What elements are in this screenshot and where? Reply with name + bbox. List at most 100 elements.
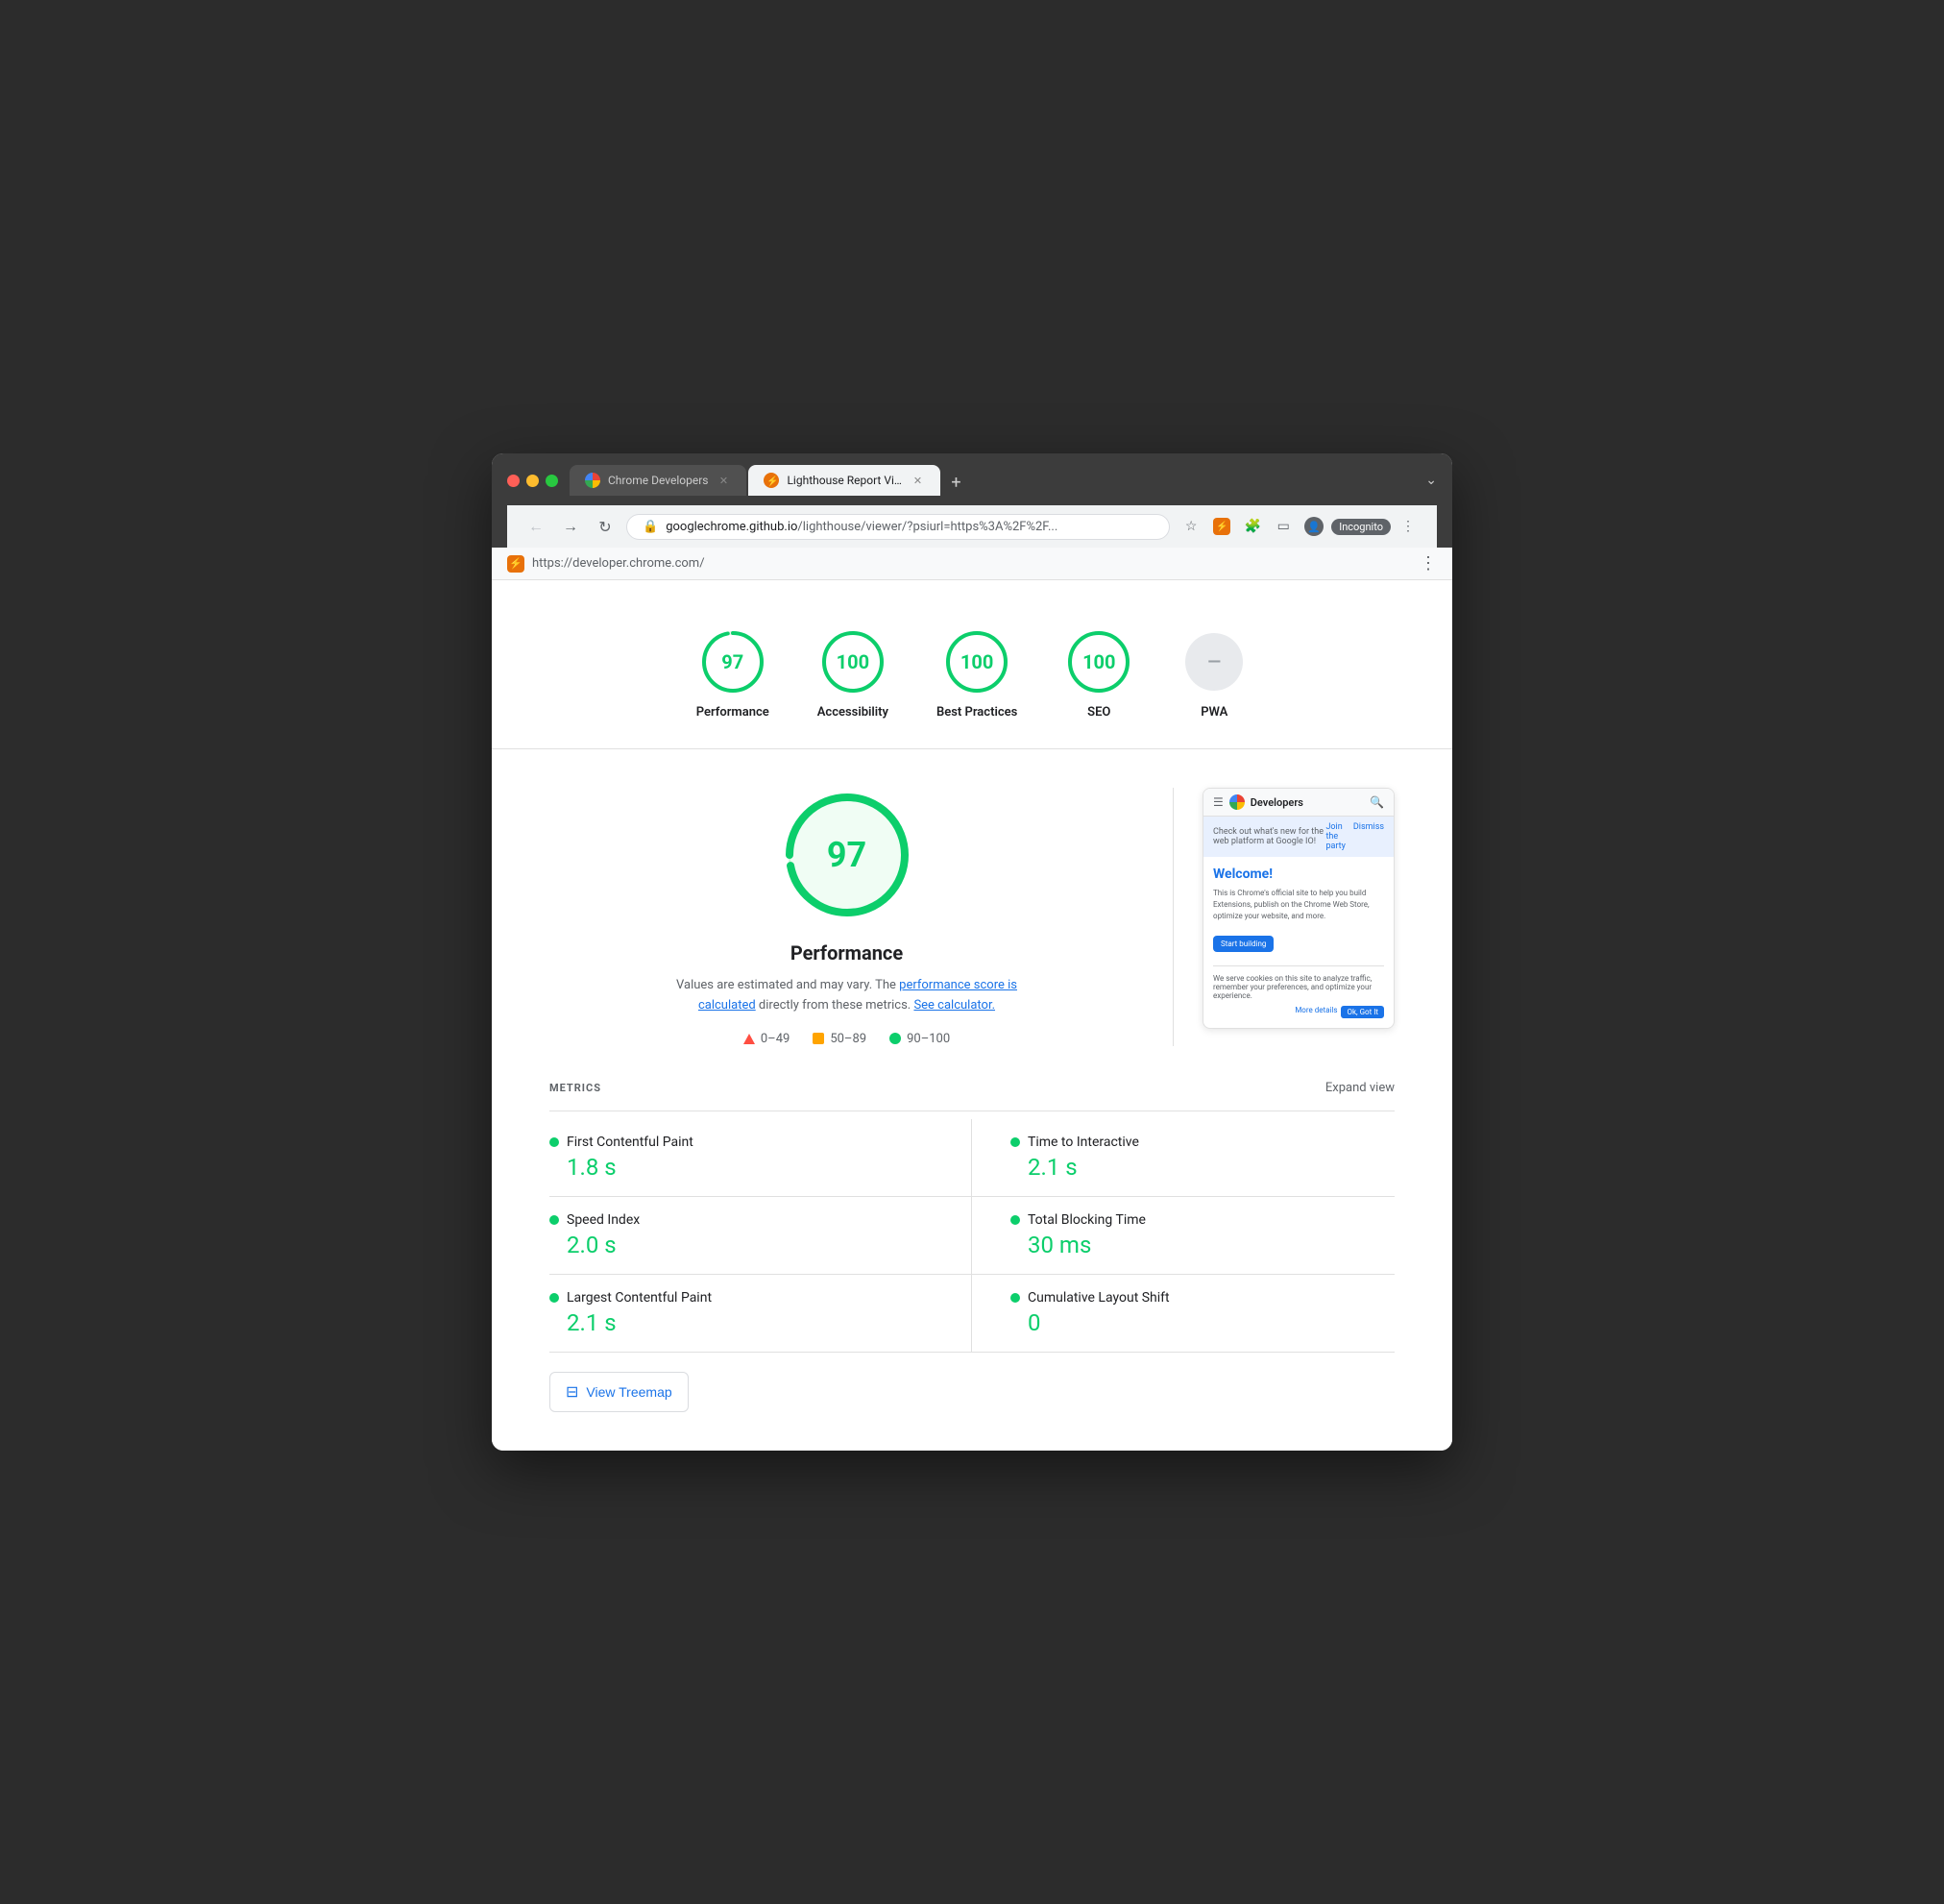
mockup-search-icon: 🔍 [1370,795,1384,809]
metrics-header: METRICS Expand view [549,1065,1395,1111]
metric-value-cls: 0 [1010,1309,1395,1336]
scores-row: 97 Performance 100 Accessibility [492,609,1452,749]
metric-item-cls: Cumulative Layout Shift 0 [972,1275,1395,1353]
legend-item-average: 50–89 [813,1032,866,1046]
mockup-banner-text: Check out what's new for the web platfor… [1213,827,1325,846]
mockup-more-details-link[interactable]: More details [1295,1006,1337,1018]
maximize-button[interactable] [546,475,558,487]
score-item-accessibility: 100 Accessibility [817,628,888,720]
metric-value-fcp: 1.8 s [549,1154,933,1181]
minimize-button[interactable] [526,475,539,487]
average-icon [813,1033,824,1044]
avatar-icon[interactable]: 👤 [1300,513,1327,540]
sub-bar: ⚡ https://developer.chrome.com/ ⋮ [492,548,1452,580]
incognito-badge: Incognito [1331,519,1391,535]
address-field[interactable]: 🔒 googlechrome.github.io/lighthouse/view… [626,514,1170,540]
reload-button[interactable]: ↻ [592,513,619,540]
metrics-section-title: METRICS [549,1082,601,1094]
score-circle-accessibility: 100 [819,628,887,696]
mockup-body: Welcome! This is Chrome's official site … [1203,857,1394,1028]
score-circle-performance: 97 [699,628,766,696]
mockup-welcome-text: Welcome! [1213,867,1384,882]
browser-titlebar: Chrome Developers ✕ ⚡ Lighthouse Report … [492,453,1452,548]
lock-icon: 🔒 [643,520,658,534]
mockup-site-title: Developers [1251,796,1364,809]
metric-name-row-tti: Time to Interactive [1010,1135,1395,1150]
good-icon [889,1033,901,1044]
puzzle-icon[interactable]: 🧩 [1239,513,1266,540]
forward-button[interactable]: → [557,513,584,540]
desc-text-1: Values are estimated and may vary. The [676,978,899,992]
expand-view-button[interactable]: Expand view [1325,1081,1395,1095]
mockup-cta-button[interactable]: Start building [1213,936,1274,952]
new-tab-button[interactable]: + [942,469,969,496]
legend-average-range: 50–89 [830,1032,866,1046]
metrics-section: METRICS Expand view First Contentful Pai… [492,1065,1452,1451]
score-label-accessibility: Accessibility [817,705,888,720]
mockup-cookie-notice: We serve cookies on this site to analyze… [1213,965,1384,1018]
tab-end-chevron[interactable]: ⌄ [1425,473,1437,496]
sub-bar-more-icon[interactable]: ⋮ [1420,553,1437,574]
metric-dot-si [549,1215,559,1225]
titlebar-top: Chrome Developers ✕ ⚡ Lighthouse Report … [507,465,1437,496]
sub-bar-extension-icon: ⚡ [507,555,524,573]
sub-bar-url: https://developer.chrome.com/ [532,556,705,571]
treemap-btn-row: ⊟ View Treemap [549,1353,1395,1422]
score-item-performance: 97 Performance [696,628,769,720]
mockup-body-text: This is Chrome's official site to help y… [1213,888,1384,922]
metric-item-tbt: Total Blocking Time 30 ms [972,1197,1395,1275]
performance-title: Performance [549,941,1144,964]
bookmark-icon[interactable]: ☆ [1178,513,1204,540]
tab-lighthouse-viewer-close[interactable]: ✕ [910,473,925,488]
left-panel: 97 Performance Values are estimated and … [549,788,1144,1046]
mockup-cookie-buttons: More details Ok, Got It [1213,1006,1384,1018]
treemap-icon: ⊟ [566,1382,578,1402]
metric-name-row-fcp: First Contentful Paint [549,1135,933,1150]
metric-name-tti: Time to Interactive [1028,1135,1139,1150]
legend: 0–49 50–89 90–100 [549,1032,1144,1046]
metric-name-tbt: Total Blocking Time [1028,1212,1146,1228]
score-item-seo: 100 SEO [1065,628,1132,720]
extension-icon-1[interactable]: ⚡ [1208,513,1235,540]
score-item-best-practices: 100 Best Practices [936,628,1017,720]
mockup-header: ☰ Developers 🔍 [1203,789,1394,817]
mockup-dismiss-link[interactable]: Dismiss [1353,822,1384,851]
lighthouse-icon: ⚡ [764,473,779,488]
back-button[interactable]: ← [522,513,549,540]
mockup-banner-links: Join the party Dismiss [1325,822,1384,851]
tab-chrome-developers-close[interactable]: ✕ [716,473,731,488]
more-menu-icon[interactable]: ⋮ [1395,513,1422,540]
legend-poor-range: 0–49 [761,1032,790,1046]
big-score-circle: 97 [780,788,914,922]
metric-name-lcp: Largest Contentful Paint [567,1290,712,1306]
metric-name-row-cls: Cumulative Layout Shift [1010,1290,1395,1306]
metric-value-tbt: 30 ms [1010,1232,1395,1258]
toolbar-icons: ☆ ⚡ 🧩 ▭ 👤 Incognito ⋮ [1178,513,1422,540]
score-circle-seo: 100 [1065,628,1132,696]
mockup-join-link[interactable]: Join the party [1325,822,1345,851]
metric-value-si: 2.0 s [549,1232,933,1258]
tab-chrome-developers[interactable]: Chrome Developers ✕ [570,465,746,496]
close-button[interactable] [507,475,520,487]
score-label-best-practices: Best Practices [936,705,1017,720]
panel-divider [1173,788,1174,1046]
metric-value-lcp: 2.1 s [549,1309,933,1336]
metric-dot-fcp [549,1137,559,1147]
calculator-link[interactable]: See calculator. [913,998,995,1013]
mockup-banner: Check out what's new for the web platfor… [1203,817,1394,857]
chrome-icon [585,473,600,488]
score-num-pwa: — [1207,652,1221,672]
desc-text-2: directly from these metrics. [756,998,914,1013]
address-bar-row: ← → ↻ 🔒 googlechrome.github.io/lighthous… [507,505,1437,548]
mockup-cookie-text: We serve cookies on this site to analyze… [1213,974,1372,1000]
view-treemap-button[interactable]: ⊟ View Treemap [549,1372,689,1412]
metric-name-cls: Cumulative Layout Shift [1028,1290,1170,1306]
poor-icon [743,1034,755,1044]
tab-lighthouse-viewer[interactable]: ⚡ Lighthouse Report Viewer ✕ [748,465,940,496]
metric-dot-tti [1010,1137,1020,1147]
mockup-ok-button[interactable]: Ok, Got It [1341,1006,1384,1018]
cast-icon[interactable]: ▭ [1270,513,1297,540]
tab-chrome-developers-title: Chrome Developers [608,474,708,487]
treemap-label: View Treemap [586,1384,671,1400]
tab-lighthouse-viewer-title: Lighthouse Report Viewer [787,474,902,487]
